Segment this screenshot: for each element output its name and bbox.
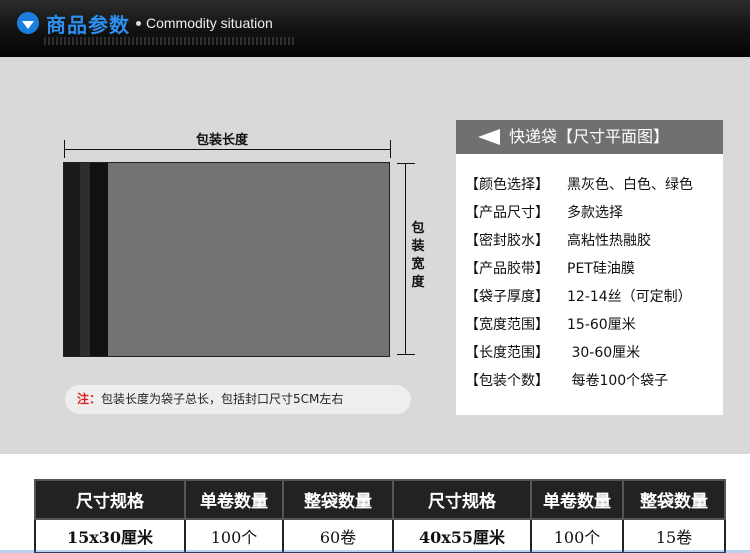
spec-title: 快递袋【尺寸平面图】 <box>509 127 670 146</box>
section-header: 商品参数 Commodity situation <box>0 0 750 57</box>
bag-seal-strip <box>80 163 90 356</box>
spec-key: 【宽度范围】 <box>465 317 549 333</box>
chevron-down-icon <box>17 12 39 34</box>
spec-key: 【产品胶带】 <box>465 261 549 277</box>
note-prefix: 注： <box>77 392 102 406</box>
length-label: 包装长度 <box>196 133 249 148</box>
spec-header: 快递袋【尺寸平面图】 <box>456 120 723 154</box>
spec-row: 【产品胶带】 PET硅油膜 <box>465 258 635 278</box>
spec-value: 12-14丝（可定制） <box>567 289 692 305</box>
bag-seal-strip <box>90 163 108 356</box>
spec-value: 每卷100个袋子 <box>567 373 669 389</box>
size-table: 尺寸规格 单卷数量 整袋数量 尺寸规格 单卷数量 整袋数量 15x30厘米 10… <box>34 479 726 553</box>
length-tick-left <box>64 140 65 158</box>
table-cell: 100个 <box>530 518 624 553</box>
spec-value: 30-60厘米 <box>567 345 641 361</box>
spec-row: 【密封胶水】 高粘性热融胶 <box>465 230 651 250</box>
length-tick-right <box>390 140 391 158</box>
spec-key: 【产品尺寸】 <box>465 205 549 221</box>
spec-key: 【密封胶水】 <box>465 233 549 249</box>
spec-key: 【颜色选择】 <box>465 177 549 193</box>
bullet-dot-icon <box>136 21 141 26</box>
table-header-cell: 单卷数量 <box>530 479 624 520</box>
table-cell: 40x55厘米 <box>392 518 532 553</box>
spec-row: 【袋子厚度】 12-14丝（可定制） <box>465 286 692 306</box>
bag-illustration <box>63 162 390 357</box>
section-title-cn: 商品参数 <box>46 13 130 37</box>
spec-key: 【包装个数】 <box>465 373 549 389</box>
spec-row: 【宽度范围】 15-60厘米 <box>465 314 636 334</box>
width-tick-bottom <box>397 354 415 355</box>
table-cell: 100个 <box>184 518 284 553</box>
spec-value: 高粘性热融胶 <box>567 233 651 249</box>
spec-row: 【包装个数】 每卷100个袋子 <box>465 370 668 390</box>
arrow-left-icon <box>478 129 500 145</box>
note-text: 包装长度为袋子总长，包括封口尺寸5CM左右 <box>101 392 344 406</box>
table-header-cell: 尺寸规格 <box>34 479 186 520</box>
spec-value: PET硅油膜 <box>567 261 635 277</box>
bag-seal-strip <box>64 163 80 356</box>
table-header-cell: 尺寸规格 <box>392 479 532 520</box>
width-tick-top <box>397 163 415 164</box>
width-dimension-line <box>405 163 406 355</box>
table-cell: 60卷 <box>282 518 394 553</box>
spec-key: 【长度范围】 <box>465 345 549 361</box>
table-row: 15x30厘米 100个 60卷 40x55厘米 100个 15卷 <box>34 518 726 553</box>
table-cell: 15卷 <box>622 518 726 553</box>
width-label: 包 装 宽 度 <box>409 220 427 292</box>
spec-value: 黑灰色、白色、绿色 <box>567 177 693 193</box>
table-header-cell: 单卷数量 <box>184 479 284 520</box>
width-label-char: 装 <box>411 239 425 254</box>
decorative-fineprint <box>44 37 294 45</box>
length-dimension-line <box>64 149 391 150</box>
spec-value: 多款选择 <box>567 205 623 221</box>
section-title-en: Commodity situation <box>146 15 273 31</box>
spec-row: 【产品尺寸】 多款选择 <box>465 202 623 222</box>
spec-value: 15-60厘米 <box>567 317 636 333</box>
width-label-char: 包 <box>411 221 425 236</box>
table-header-row: 尺寸规格 单卷数量 整袋数量 尺寸规格 单卷数量 整袋数量 <box>34 479 726 520</box>
size-note: 注：包装长度为袋子总长，包括封口尺寸5CM左右 <box>65 385 411 414</box>
width-label-char: 宽 <box>411 257 425 272</box>
table-header-cell: 整袋数量 <box>282 479 394 520</box>
spec-row: 【长度范围】 30-60厘米 <box>465 342 640 362</box>
width-label-char: 度 <box>411 275 425 290</box>
spec-row: 【颜色选择】 黑灰色、白色、绿色 <box>465 174 693 194</box>
table-cell: 15x30厘米 <box>34 518 186 553</box>
table-header-cell: 整袋数量 <box>622 479 726 520</box>
spec-box: 快递袋【尺寸平面图】 【颜色选择】 黑灰色、白色、绿色 【产品尺寸】 多款选择 【密… <box>456 120 723 415</box>
spec-key: 【袋子厚度】 <box>465 289 549 305</box>
